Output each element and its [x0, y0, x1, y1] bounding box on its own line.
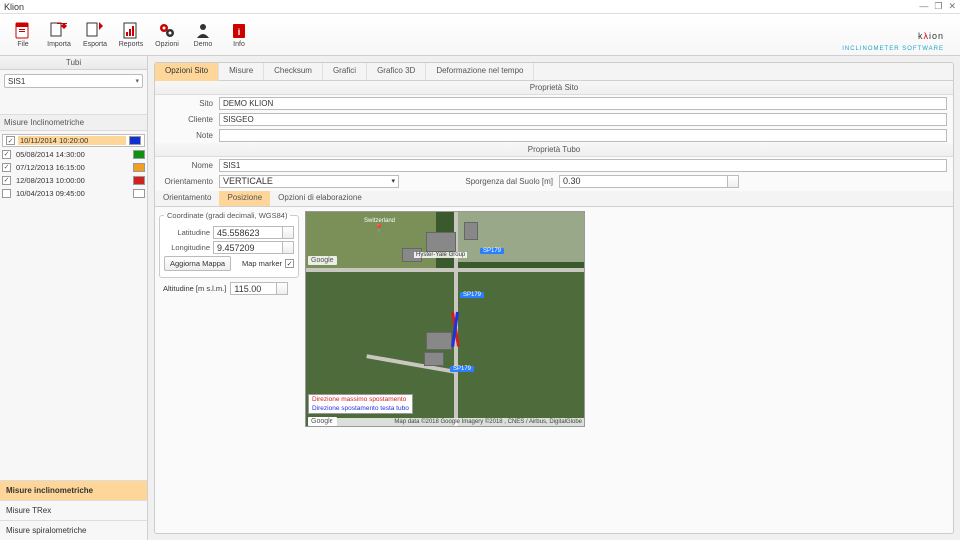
measure-row[interactable]: ✓07/12/2013 16:15:00	[2, 161, 145, 173]
map-pin-icon: 📍	[374, 224, 384, 233]
svg-text:i: i	[238, 27, 241, 37]
tab[interactable]: Deformazione nel tempo	[426, 63, 534, 80]
window-title: Klion	[4, 2, 24, 12]
demo-button[interactable]: Demo	[186, 17, 220, 53]
measure-checkbox[interactable]: ✓	[6, 136, 15, 145]
sidebar: Tubi SIS1 ▾ Misure Inclinometriche ✓10/1…	[0, 56, 148, 540]
map-place-label: Hyster-Yale Group	[414, 252, 467, 258]
measure-color-swatch	[133, 176, 145, 185]
nav-button[interactable]: Misure spiralometriche	[0, 520, 147, 540]
tab[interactable]: Misure	[219, 63, 264, 80]
options-button[interactable]: Opzioni	[150, 17, 184, 53]
chevron-down-icon: ▾	[391, 177, 395, 185]
maximize-icon[interactable]: ❐	[934, 1, 942, 12]
measure-date: 10/11/2014 10:20:00	[18, 136, 126, 145]
chevron-down-icon: ▾	[135, 77, 139, 85]
tab[interactable]: Opzioni Sito	[155, 63, 219, 81]
lon-field[interactable]: 9.457209	[213, 241, 294, 254]
close-icon[interactable]: ✕	[948, 1, 956, 12]
nav-button[interactable]: Misure TRex	[0, 500, 147, 520]
logo: kλion INCLINOMETER SOFTWARE	[842, 18, 944, 52]
import-button[interactable]: Importa	[42, 17, 76, 53]
altitude-field[interactable]: 115.00	[230, 282, 288, 295]
measure-color-swatch	[129, 136, 141, 145]
update-map-button[interactable]: Aggiorna Mappa	[164, 256, 231, 271]
coord-group: Coordinate (gradi decimali, WGS84) Latit…	[159, 211, 299, 278]
info-button[interactable]: i Info	[222, 17, 256, 53]
measures-list: ✓10/11/2014 10:20:00✓05/08/2014 14:30:00…	[0, 131, 147, 202]
tab[interactable]: Grafici	[323, 63, 367, 80]
measure-row[interactable]: ✓05/08/2014 14:30:00	[2, 148, 145, 160]
nome-field[interactable]	[219, 159, 947, 172]
google-badge: Google	[308, 256, 337, 265]
reports-button[interactable]: Reports	[114, 17, 148, 53]
export-button[interactable]: Esporta	[78, 17, 112, 53]
map-view[interactable]: Switzerland 📍 Google Hyster-Yale Group S…	[305, 211, 585, 427]
subtab[interactable]: Opzioni di elaborazione	[270, 191, 370, 206]
map-marker-checkbox[interactable]: ✓	[285, 259, 294, 268]
window-controls: — ❐ ✕	[919, 1, 956, 12]
tubo-section-header: Proprietà Tubo	[155, 143, 953, 157]
subtab[interactable]: Orientamento	[155, 191, 219, 206]
measure-row[interactable]: ✓12/08/2013 10:00:00	[2, 174, 145, 186]
note-field[interactable]	[219, 129, 947, 142]
main-toolbar: File Importa Esporta Reports Opzioni Dem…	[0, 14, 960, 56]
nav-button[interactable]: Misure inclinometriche	[0, 480, 147, 500]
measure-color-swatch	[133, 150, 145, 159]
measure-date: 12/08/2013 10:00:00	[14, 176, 130, 185]
measure-checkbox[interactable]	[2, 189, 11, 198]
measure-color-swatch	[133, 189, 145, 198]
measures-header: Misure Inclinometriche	[0, 114, 147, 131]
sito-field[interactable]	[219, 97, 947, 110]
orientamento-select[interactable]: VERTICALE▾	[219, 175, 399, 188]
cliente-field[interactable]	[219, 113, 947, 126]
measure-row[interactable]: ✓10/11/2014 10:20:00	[2, 134, 145, 147]
content-area: Opzioni SitoMisureChecksumGraficiGrafico…	[148, 56, 960, 540]
measure-date: 05/08/2014 14:30:00	[14, 150, 130, 159]
tube-select[interactable]: SIS1 ▾	[4, 74, 143, 88]
measure-checkbox[interactable]: ✓	[2, 150, 11, 159]
measure-checkbox[interactable]: ✓	[2, 176, 11, 185]
main-tabs: Opzioni SitoMisureChecksumGraficiGrafico…	[155, 63, 953, 81]
file-button[interactable]: File	[6, 17, 40, 53]
tab[interactable]: Checksum	[264, 63, 323, 80]
map-attribution: Map data ©2018 Google Imagery ©2018 , CN…	[332, 418, 584, 426]
sporgenza-field[interactable]: 0.30	[559, 175, 739, 188]
measure-date: 07/12/2013 16:15:00	[14, 163, 130, 172]
lat-field[interactable]: 45.558623	[213, 226, 294, 239]
measure-color-swatch	[133, 163, 145, 172]
subtab[interactable]: Posizione	[219, 191, 270, 206]
title-bar: Klion — ❐ ✕	[0, 0, 960, 14]
minimize-icon[interactable]: —	[919, 1, 928, 12]
site-section-header: Proprietà Sito	[155, 81, 953, 95]
measure-row[interactable]: 10/04/2013 09:45:00	[2, 187, 145, 199]
sub-tabs: OrientamentoPosizioneOpzioni di elaboraz…	[155, 191, 953, 207]
tab[interactable]: Grafico 3D	[367, 63, 426, 80]
measure-date: 10/04/2013 09:45:00	[14, 189, 130, 198]
map-legend: Direzione massimo spostamento Direzione …	[308, 394, 413, 414]
tubi-header: Tubi	[0, 56, 147, 70]
measure-checkbox[interactable]: ✓	[2, 163, 11, 172]
